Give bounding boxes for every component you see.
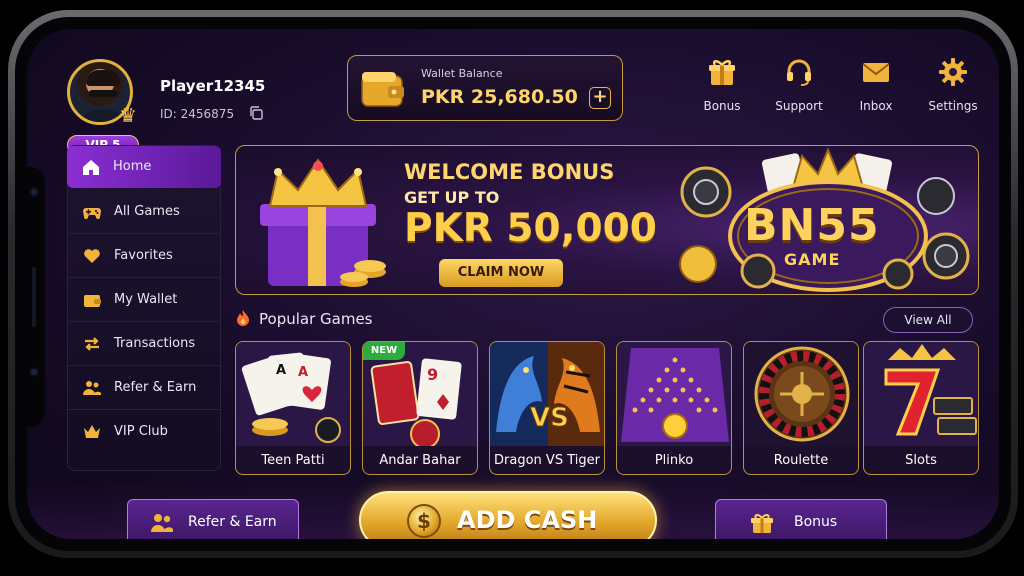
plinko-board-art	[617, 342, 731, 446]
sidebar-item-label: VIP Club	[114, 424, 168, 439]
games-row: A A Teen Patti 9 NEW Andar Bahar VS Drag…	[235, 341, 979, 475]
player-name: Player12345	[160, 77, 266, 95]
fire-icon	[237, 310, 249, 326]
game-label: Roulette	[773, 453, 829, 468]
sidebar-item-label: Favorites	[114, 248, 173, 263]
sidebar-item-refer-earn[interactable]: Refer & Earn	[68, 366, 220, 410]
new-badge: NEW	[363, 342, 405, 360]
headset-icon	[787, 59, 811, 86]
wallet-amount: PKR 25,680.50	[421, 86, 578, 108]
player-id: ID: 2456875	[160, 107, 235, 121]
add-funds-button[interactable]: +	[589, 87, 611, 109]
transfer-arrows-icon	[85, 336, 99, 351]
refer-earn-button[interactable]: Refer & Earn	[127, 499, 299, 539]
coin-icon: $	[407, 504, 441, 538]
top-nav: Bonus Support Inbox Settings	[687, 57, 987, 127]
svg-text:9: 9	[427, 365, 438, 384]
sidebar-item-vip-club[interactable]: VIP Club	[68, 410, 220, 454]
sidebar-item-label: All Games	[114, 204, 180, 219]
nav-inbox-label: Inbox	[859, 99, 893, 113]
slots-seven-art	[864, 342, 978, 446]
sidebar-item-label: My Wallet	[114, 292, 178, 307]
banner-subline: GET UP TO	[404, 188, 500, 207]
wallet-label: Wallet Balance	[421, 67, 503, 80]
game-card-dragon-vs-tiger[interactable]: VS Dragon VS Tiger	[489, 341, 605, 475]
wallet-balance-card[interactable]: Wallet Balance PKR 25,680.50 +	[347, 55, 623, 121]
game-label: Plinko	[654, 453, 694, 468]
gift-icon	[709, 60, 735, 85]
sidebar-item-all-games[interactable]: All Games	[68, 190, 220, 234]
popular-games-header: Popular Games View All	[235, 307, 979, 333]
sidebar-item-favorites[interactable]: Favorites	[68, 234, 220, 278]
copy-icon[interactable]	[249, 106, 263, 120]
sidebar-item-transactions[interactable]: Transactions	[68, 322, 220, 366]
camera-notch	[23, 167, 45, 427]
view-all-button[interactable]: View All	[883, 307, 973, 333]
banner-headline: WELCOME BONUS	[404, 160, 615, 184]
game-label: Slots	[905, 453, 937, 468]
roulette-wheel-art	[744, 342, 858, 446]
sidebar-item-my-wallet[interactable]: My Wallet	[68, 278, 220, 322]
nav-support-label: Support	[775, 99, 823, 113]
sidebar-item-home[interactable]: Home	[67, 146, 221, 188]
game-card-plinko[interactable]: Plinko	[616, 341, 732, 475]
gear-icon	[939, 58, 967, 86]
heart-icon	[84, 248, 100, 263]
wallet-icon	[361, 72, 404, 107]
vs-text: VS	[530, 403, 569, 433]
envelope-icon	[862, 63, 890, 82]
sidebar-item-label: Transactions	[114, 336, 196, 351]
nav-bonus-label: Bonus	[703, 99, 741, 113]
game-card-teen-patti[interactable]: A A Teen Patti	[235, 341, 351, 475]
gift-box-crown-art	[260, 158, 386, 287]
welcome-bonus-banner[interactable]: WELCOME BONUS GET UP TO PKR 50,000 CLAIM…	[235, 145, 979, 295]
game-label: Dragon VS Tiger	[494, 453, 600, 468]
crown-icon	[84, 425, 100, 438]
sidebar-item-label: Home	[113, 159, 152, 174]
wallet-icon	[84, 294, 101, 307]
bonus-button[interactable]: Bonus	[715, 499, 887, 539]
game-label: Andar Bahar	[379, 453, 461, 468]
nav-support[interactable]: Support	[764, 57, 834, 113]
phone-bezel: ♛ VIP 5 Player12345 ID: 2456875 Wallet B…	[15, 17, 1011, 551]
banner-amount: PKR 50,000	[404, 206, 657, 251]
bn55-logo-text: BN55	[744, 200, 880, 251]
sidebar-item-label: Refer & Earn	[114, 380, 197, 395]
sensor-lens	[29, 367, 39, 377]
speaker-grille	[32, 267, 36, 327]
game-card-slots[interactable]: Slots	[863, 341, 979, 475]
playing-cards-art: A A	[236, 342, 350, 446]
add-cash-label: ADD CASH	[457, 506, 598, 534]
nav-inbox[interactable]: Inbox	[841, 57, 911, 113]
nav-settings[interactable]: Settings	[918, 57, 988, 113]
phone-frame: ♛ VIP 5 Player12345 ID: 2456875 Wallet B…	[8, 10, 1018, 558]
svg-text:A: A	[276, 363, 286, 378]
home-icon	[83, 160, 99, 175]
nav-settings-label: Settings	[928, 99, 978, 113]
dragon-tiger-art: VS	[490, 342, 604, 446]
gamepad-icon	[83, 207, 101, 219]
app-screen: ♛ VIP 5 Player12345 ID: 2456875 Wallet B…	[27, 29, 999, 539]
sidebar: Home All Games Favorites My Wallet Trans…	[67, 145, 221, 471]
add-cash-button[interactable]: $ ADD CASH	[359, 491, 657, 539]
game-card-roulette[interactable]: Roulette	[743, 341, 859, 475]
popular-games-title: Popular Games	[259, 310, 373, 328]
users-icon	[83, 380, 101, 395]
profile-card[interactable]: ♛ VIP 5 Player12345 ID: 2456875	[67, 59, 277, 155]
claim-now-button[interactable]: CLAIM NOW	[439, 259, 563, 287]
refer-earn-label: Refer & Earn	[188, 514, 277, 530]
gift-icon	[751, 514, 773, 533]
camera-lens	[29, 187, 39, 197]
nav-bonus[interactable]: Bonus	[687, 57, 757, 113]
game-card-andar-bahar[interactable]: 9 NEW Andar Bahar	[362, 341, 478, 475]
users-icon	[151, 514, 173, 532]
bonus-label: Bonus	[794, 514, 838, 530]
bn55-logo-subtext: GAME	[784, 250, 841, 269]
crown-icon: ♛	[119, 103, 137, 127]
svg-text:A: A	[298, 365, 308, 380]
game-label: Teen Patti	[261, 453, 325, 468]
